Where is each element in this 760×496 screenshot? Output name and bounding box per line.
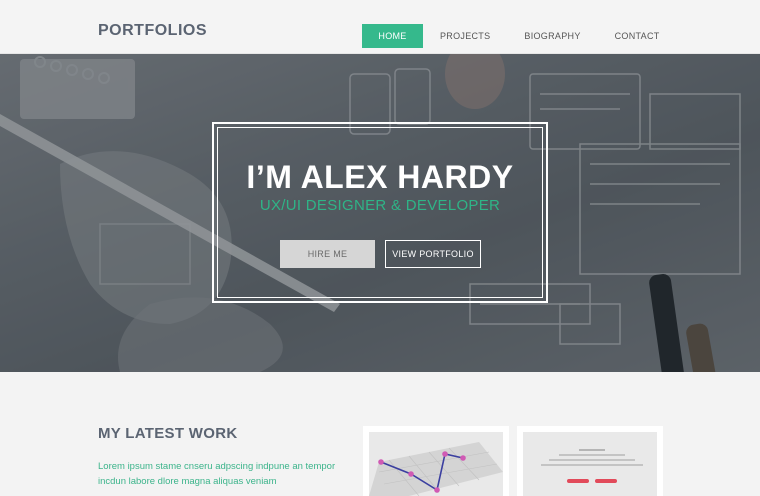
hire-me-button[interactable]: HIRE ME <box>280 240 375 268</box>
latest-work-text: Lorem ipsum stame cnseru adpscing indpun… <box>98 461 336 487</box>
main-nav: HOME PROJECTS BIOGRAPHY CONTACT <box>362 24 660 48</box>
latest-work-title: MY LATEST WORK <box>98 425 238 442</box>
layout-thumbnail-image <box>541 449 643 483</box>
site-header: PORTFOLIOS HOME PROJECTS BIOGRAPHY CONTA… <box>0 0 760 54</box>
view-portfolio-button[interactable]: VIEW PORTFOLIO <box>385 240 481 268</box>
chart-thumbnail-image <box>369 442 503 496</box>
site-logo[interactable]: PORTFOLIOS <box>98 22 207 40</box>
nav-biography[interactable]: BIOGRAPHY <box>524 24 580 48</box>
hero-section: I’M ALEX HARDY UX/UI DESIGNER & DEVELOPE… <box>0 54 760 372</box>
work-card-thumbnail <box>523 432 657 496</box>
nav-home[interactable]: HOME <box>362 24 423 48</box>
nav-contact[interactable]: CONTACT <box>615 24 660 48</box>
hero-title: I’M ALEX HARDY <box>246 159 514 195</box>
work-card-thumbnail <box>369 432 503 496</box>
work-card-layout[interactable] <box>517 426 663 496</box>
work-card-chart[interactable] <box>363 426 509 496</box>
nav-projects[interactable]: PROJECTS <box>440 24 490 48</box>
hero-subtitle: UX/UI DESIGNER & DEVELOPER <box>259 197 501 214</box>
